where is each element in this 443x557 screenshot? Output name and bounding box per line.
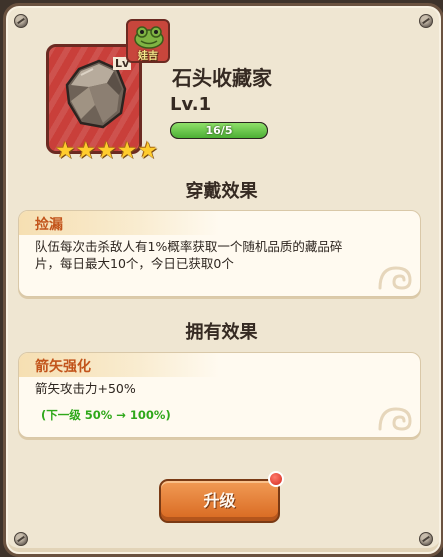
rivet-icon	[14, 532, 28, 546]
rivet-icon	[14, 14, 28, 28]
upgrade-button[interactable]: 升级	[159, 479, 280, 523]
wear-effect-box: 捡漏 队伍每次击杀敌人有1%概率获取一个随机品质的藏品碎片，每日最大10个，今日…	[18, 210, 421, 297]
wear-effect-title: 捡漏	[35, 217, 63, 233]
rivet-icon	[419, 532, 433, 546]
xp-progress-text: 16/5	[205, 124, 233, 137]
rivet-icon	[419, 14, 433, 28]
character-badge[interactable]: 娃吉	[126, 19, 170, 63]
star-icon: ★	[75, 138, 97, 164]
item-name: 石头收藏家	[172, 66, 272, 90]
star-icon: ★	[96, 138, 117, 164]
wear-effect-heading: 穿戴效果	[185, 181, 258, 202]
star-icon: ★	[137, 138, 159, 164]
star-icon: ★	[55, 138, 76, 164]
own-effect-text: 箭矢攻击力+50%	[35, 381, 136, 396]
notification-dot	[268, 471, 284, 487]
star-rating: ★ ★ ★ ★ ★	[55, 140, 158, 163]
wear-effect-text: 队伍每次击杀敌人有1%概率获取一个随机品质的藏品碎片，每日最大10个，今日已获取…	[35, 239, 343, 271]
star-icon: ★	[116, 138, 138, 164]
own-effect-box: 箭矢强化 箭矢攻击力+50% (下一级 50% → 100%)	[18, 352, 421, 438]
xp-progress-bar: 16/5	[170, 122, 268, 139]
item-level: Lv.1	[170, 94, 212, 115]
frog-icon	[134, 26, 164, 49]
badge-label: 娃吉	[138, 51, 158, 62]
swirl-ornament-icon	[378, 407, 412, 431]
own-effect-heading: 拥有效果	[185, 322, 258, 343]
own-effect-title: 箭矢强化	[35, 359, 91, 375]
next-level-text: (下一级 50% → 100%)	[41, 408, 171, 422]
swirl-ornament-icon	[378, 266, 412, 290]
